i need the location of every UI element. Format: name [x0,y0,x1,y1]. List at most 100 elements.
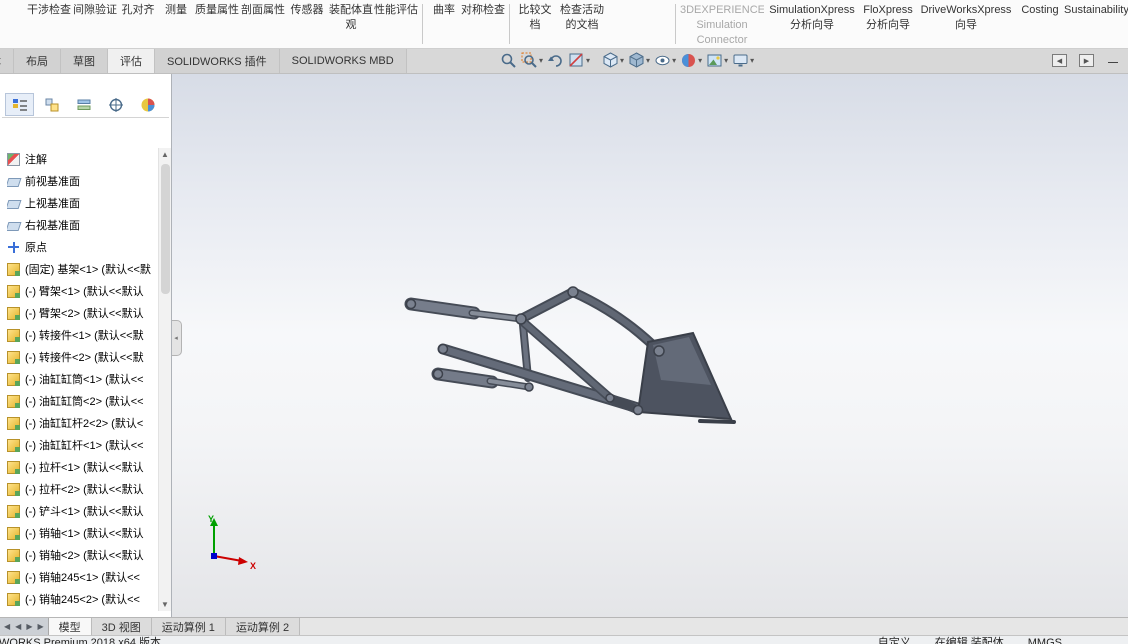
compare-documents-button[interactable]: 比较文档 [514,2,556,33]
scroll-prev-icon[interactable] [15,622,21,631]
tree-item[interactable]: (-) 转接件<2> (默认<<默 [7,346,158,368]
tab-evaluate[interactable]: 评估 [108,49,155,73]
version-text: SOLIDWORKS Premium 2018 x64 版本 [0,637,162,644]
tab-solidworks-mbd[interactable]: SOLIDWORKS MBD [279,49,407,73]
simulationxpress-button[interactable]: SimulationXpress 分析向导 [764,2,860,33]
edit-appearance-icon[interactable] [680,52,702,69]
tab-scroller [0,618,49,635]
tree-item[interactable]: (-) 油缸缸杆<1> (默认<< [7,434,158,456]
hole-alignment-button[interactable]: 孔对齐 [118,2,158,18]
ribbon-toolbar: 干涉检查 间隙验证 孔对齐 测量 质量属性 剖面属性 传感器 装配体直观 性能评… [0,0,1128,48]
scroll-next-icon[interactable] [26,622,32,631]
component-icon [7,350,20,364]
tab-3d-views[interactable]: 3D 视图 [91,618,152,635]
sustainability-button[interactable]: Sustainability [1064,2,1128,18]
tab-motion-study-2[interactable]: 运动算例 2 [225,618,301,635]
sensor-button[interactable]: 传感器 [286,2,328,18]
driveworksxpress-button[interactable]: DriveWorksXpress 向导 [916,2,1016,33]
tab-label: 布局 [26,56,48,68]
panel-splitter-handle[interactable] [172,320,182,356]
tree-item[interactable]: (-) 油缸缸筒<1> (默认<< [7,368,158,390]
assembly-visualization-button[interactable]: 装配体直观 [328,2,374,33]
tree-item[interactable]: 右视基准面 [7,214,158,236]
symmetry-check-button[interactable]: 对称检查 [461,2,505,18]
floxpress-button[interactable]: FloXpress 分析向导 [860,2,916,33]
tree-item[interactable]: (-) 销轴245<2> (默认<< [7,588,158,610]
curvature-button[interactable]: 曲率 [427,2,461,18]
dimxpert-manager-icon[interactable] [101,93,130,116]
tab-solidworks-addins[interactable]: SOLIDWORKS 插件 [155,49,280,73]
feature-manager-icon[interactable] [5,93,34,116]
reference-triad[interactable]: Y X [190,512,262,572]
button-label: 曲率 [433,4,455,16]
minimize-icon[interactable] [1106,54,1120,67]
loader-assembly-model[interactable] [172,74,1128,617]
zoom-area-icon[interactable] [521,52,543,69]
collapse-right-icon[interactable] [1079,54,1094,67]
collapse-left-icon[interactable] [1052,54,1067,67]
view-settings-icon[interactable] [732,52,754,69]
tab-sketch[interactable]: 草图 [61,49,108,73]
tree-item[interactable]: (-) 铲斗<1> (默认<<默认 [7,500,158,522]
tab-model[interactable]: 模型 [48,618,92,635]
tree-item-label: (-) 油缸缸杆<1> (默认<< [25,440,144,452]
clearance-verification-button[interactable]: 间隙验证 [72,2,118,18]
tree-item[interactable]: (-) 销轴<1> (默认<<默认 [7,522,158,544]
component-icon [7,284,20,298]
tree-item[interactable]: (-) 臂架<1> (默认<<默认 [7,280,158,302]
tree-item[interactable]: (-) 转接件<1> (默认<<默 [7,324,158,346]
tree-scrollbar[interactable] [158,148,171,611]
tree-item[interactable]: (固定) 基架<1> (默认<<默 [7,258,158,280]
tree-item[interactable]: (-) 臂架<2> (默认<<默认 [7,302,158,324]
units-label[interactable]: MMGS [1028,636,1062,644]
previous-view-icon[interactable] [547,52,564,69]
check-document-button[interactable]: 检查活动的文档 [556,2,608,33]
tab-label: 装配体 [0,53,1,69]
costing-button[interactable]: Costing [1016,2,1064,18]
tree-item[interactable]: (-) 油缸缸筒<2> (默认<< [7,390,158,412]
display-manager-icon[interactable] [133,93,162,116]
tab-motion-study-1[interactable]: 运动算例 1 [151,618,226,635]
view-orientation-icon[interactable] [602,52,624,69]
configuration-manager-icon[interactable] [69,93,98,116]
mass-properties-button[interactable]: 质量属性 [194,2,240,18]
interference-detection-button[interactable]: 干涉检查 [26,2,72,18]
section-properties-button[interactable]: 剖面属性 [240,2,286,18]
zoom-fit-icon[interactable] [500,52,517,69]
scroll-last-icon[interactable] [37,622,43,631]
scroll-first-icon[interactable] [4,622,10,631]
graphics-viewport[interactable]: Y X [172,74,1128,617]
scrollbar-thumb[interactable] [161,164,170,294]
display-style-icon[interactable] [628,52,650,69]
tree-item[interactable]: 注解 [7,148,158,170]
scroll-up-icon[interactable] [159,148,172,161]
component-icon [7,526,20,540]
plane-icon [7,221,22,231]
tree-item[interactable]: 原点 [7,236,158,258]
tree-item[interactable]: (-) 拉杆<2> (默认<<默认 [7,478,158,500]
measure-button[interactable]: 测量 [158,2,194,18]
tree-item-label: 注解 [25,154,47,166]
property-manager-icon[interactable] [37,93,66,116]
button-label: 比较文档 [518,4,552,31]
tree-item[interactable]: (-) 拉杆<1> (默认<<默认 [7,456,158,478]
section-view-icon[interactable] [568,52,590,69]
tab-layout[interactable]: 布局 [14,49,61,73]
tab-assembly[interactable]: 装配体 [0,49,14,73]
tree-item[interactable]: 上视基准面 [7,192,158,214]
triad-x-label: X [250,561,256,571]
tree-item[interactable]: 前视基准面 [7,170,158,192]
component-icon [7,262,20,276]
hide-show-items-icon[interactable] [654,52,676,69]
tree-item[interactable]: (-) 销轴<2> (默认<<默认 [7,544,158,566]
performance-evaluation-button[interactable]: 性能评估 [374,2,418,18]
tree-item[interactable]: (-) 油缸缸杆2<2> (默认< [7,412,158,434]
customize-label[interactable]: 自定义 [878,636,911,644]
apply-scene-icon[interactable] [706,52,728,69]
tree-item-label: 右视基准面 [25,220,80,232]
tree-item-label: (-) 臂架<1> (默认<<默认 [25,286,144,298]
scroll-down-icon[interactable] [159,598,172,611]
tree-item-label: 前视基准面 [25,176,80,188]
ribbon-separator [422,4,423,44]
tree-item[interactable]: (-) 销轴245<1> (默认<< [7,566,158,588]
